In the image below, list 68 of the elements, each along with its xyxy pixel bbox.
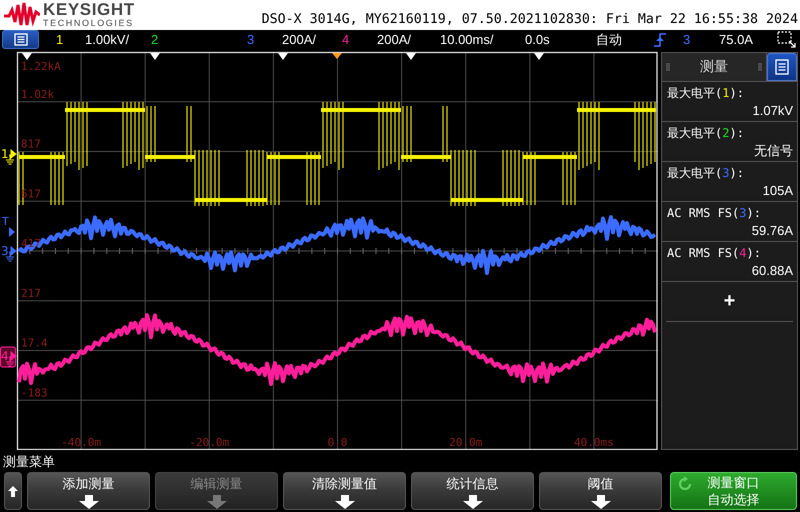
device-title: DSO-X 3014G, MY62160119, 07.50.2021102830: Fri Mar 22 16:55:38 2024 <box>262 11 799 28</box>
arrow-down-icon <box>334 495 354 509</box>
axis-label: 1.02k <box>21 88 54 101</box>
softkey-button[interactable]: 清除测量值 <box>283 472 406 510</box>
measurement-value: 无信号 <box>754 142 793 159</box>
channel-scale[interactable]: 1.00kV/ <box>85 32 130 48</box>
measurement-label: 最大电平(1): <box>667 85 745 102</box>
softkey-button[interactable]: 统计信息 <box>411 472 534 510</box>
zoom-box-icon[interactable] <box>777 31 796 48</box>
menu-icon <box>14 33 28 46</box>
marker-icon <box>150 53 160 60</box>
marker-icon <box>534 53 544 60</box>
axis-label: -183 <box>21 386 48 400</box>
add-measurement-button[interactable]: + <box>666 282 793 322</box>
measurement-label: AC RMS FS(3): <box>667 205 762 222</box>
measurement-label: 最大电平(2): <box>667 125 745 142</box>
arrow-down-icon <box>206 495 226 509</box>
delay-value[interactable]: 0.0s <box>525 32 550 48</box>
trigger-mode[interactable]: 自动 <box>596 32 622 48</box>
measurement-label: 最大电平(3): <box>667 165 745 182</box>
channel-number[interactable]: 4 <box>342 32 350 48</box>
axis-label: 1.22kA <box>21 60 61 73</box>
channel-number[interactable]: 3 <box>247 32 254 48</box>
axis-label: 0.0 <box>328 436 348 449</box>
axis-label: -20.0m <box>189 436 230 449</box>
arrow-up-icon <box>8 486 18 496</box>
trigger-position-icon <box>332 53 342 59</box>
axis-label: 817 <box>21 138 41 150</box>
channel-marker[interactable]: 4 <box>0 346 17 368</box>
axis-label: 20.0m <box>449 436 482 449</box>
arrow-down-icon <box>78 495 98 509</box>
marker-icon <box>22 53 32 60</box>
brand-name: KEYSIGHT <box>43 1 135 18</box>
menu-title: 测量菜单 <box>2 453 55 471</box>
panel-tab[interactable]: 测量 <box>662 53 767 81</box>
menu-icon <box>774 59 790 75</box>
channel-number[interactable]: 1 <box>56 32 64 48</box>
measurement-value: 105A <box>762 182 793 199</box>
menu-button[interactable] <box>2 30 39 49</box>
marker-icon <box>278 53 288 60</box>
trigger-edge-icon[interactable] <box>654 33 666 47</box>
axis-label: 17.4 <box>21 336 48 350</box>
scroll-up-button[interactable] <box>4 472 22 510</box>
menu-button[interactable] <box>767 53 797 81</box>
brand-subtitle: TECHNOLOGIES <box>43 18 135 28</box>
timebase-value[interactable]: 10.00ms/ <box>440 32 494 48</box>
arrow-down-icon <box>590 495 610 509</box>
refresh-icon <box>677 476 693 492</box>
axis-label: 217 <box>21 286 41 300</box>
logo-icon <box>4 2 40 28</box>
softkey-button[interactable]: 添加测量 <box>27 472 150 510</box>
measurement-value: 1.07kV <box>752 102 793 119</box>
trigger-level[interactable]: 75.0A <box>719 32 753 48</box>
grip-icon <box>666 63 670 71</box>
marker-icon <box>406 53 416 60</box>
axis-label: 40.0ms <box>574 436 614 449</box>
measurement-label: AC RMS FS(4): <box>667 245 762 262</box>
trigger-source[interactable]: 3 <box>683 32 690 48</box>
measurement-value: 59.76A <box>752 222 793 239</box>
channel-scale[interactable]: 200A/ <box>377 32 411 48</box>
softkey-button[interactable]: 测量窗口 自动选择 <box>670 472 797 510</box>
softkey-button[interactable]: 阈值 <box>539 472 662 510</box>
arrow-down-icon <box>462 495 482 509</box>
grip-icon <box>758 63 762 71</box>
measurement-value: 60.88A <box>752 262 793 279</box>
axis-label: -40.0m <box>61 436 101 449</box>
channel-scale[interactable]: 200A/ <box>282 32 316 48</box>
channel-number[interactable]: 2 <box>151 32 158 48</box>
